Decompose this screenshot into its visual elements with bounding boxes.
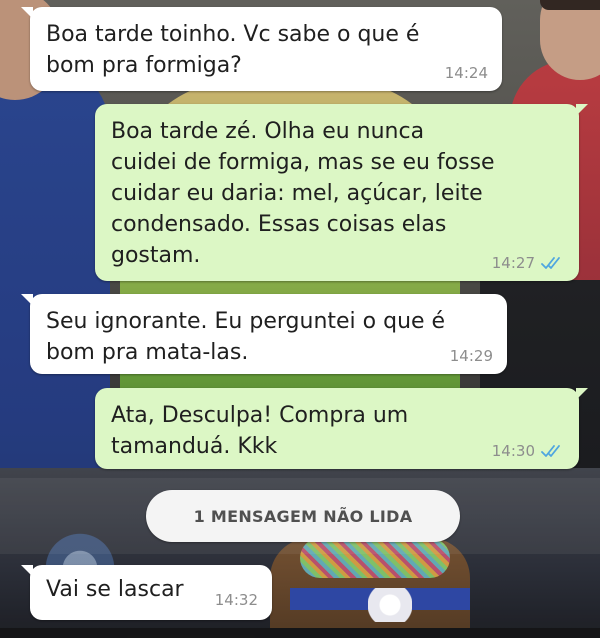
double-check-icon bbox=[541, 257, 560, 269]
bubble-tail bbox=[21, 294, 33, 306]
message-time: 14:29 bbox=[449, 347, 493, 365]
bubble-tail bbox=[21, 565, 33, 577]
message-meta: 14:32 bbox=[215, 591, 258, 609]
message-bubble-incoming[interactable]: Boa tarde toinho. Vc sabe o que é bom pr… bbox=[21, 7, 502, 91]
message-meta: 14:24 bbox=[445, 64, 488, 82]
bubble-tail bbox=[21, 7, 33, 19]
message-bubble-incoming[interactable]: Vai se lascar 14:32 bbox=[21, 565, 272, 620]
message-meta: 14:30 bbox=[492, 442, 565, 460]
message-time: 14:24 bbox=[444, 64, 488, 82]
message-text: Seu ignorante. Eu perguntei o que é bom … bbox=[46, 309, 446, 365]
message-meta: 14:27 bbox=[492, 254, 565, 272]
message-bubble-incoming[interactable]: Seu ignorante. Eu perguntei o que é bom … bbox=[21, 294, 507, 374]
unread-messages-divider: 1 MENSAGEM NÃO LIDA bbox=[146, 490, 460, 542]
message-time: 14:27 bbox=[491, 254, 535, 272]
message-bubble-outgoing[interactable]: Ata, Desculpa! Compra um tamanduá. Kkk 1… bbox=[95, 388, 588, 469]
message-bubble-outgoing[interactable]: Boa tarde zé. Olha eu nunca cuidei de fo… bbox=[95, 104, 588, 281]
message-meta: 14:29 bbox=[450, 347, 493, 365]
bubble-tail bbox=[576, 388, 588, 400]
message-time: 14:32 bbox=[214, 591, 258, 609]
bubble-tail bbox=[576, 104, 588, 116]
message-text: Boa tarde zé. Olha eu nunca cuidei de fo… bbox=[111, 119, 495, 268]
message-text: Boa tarde toinho. Vc sabe o que é bom pr… bbox=[46, 22, 420, 78]
double-check-icon bbox=[541, 445, 560, 457]
message-time: 14:30 bbox=[491, 442, 535, 460]
unread-messages-label: 1 MENSAGEM NÃO LIDA bbox=[193, 506, 413, 526]
